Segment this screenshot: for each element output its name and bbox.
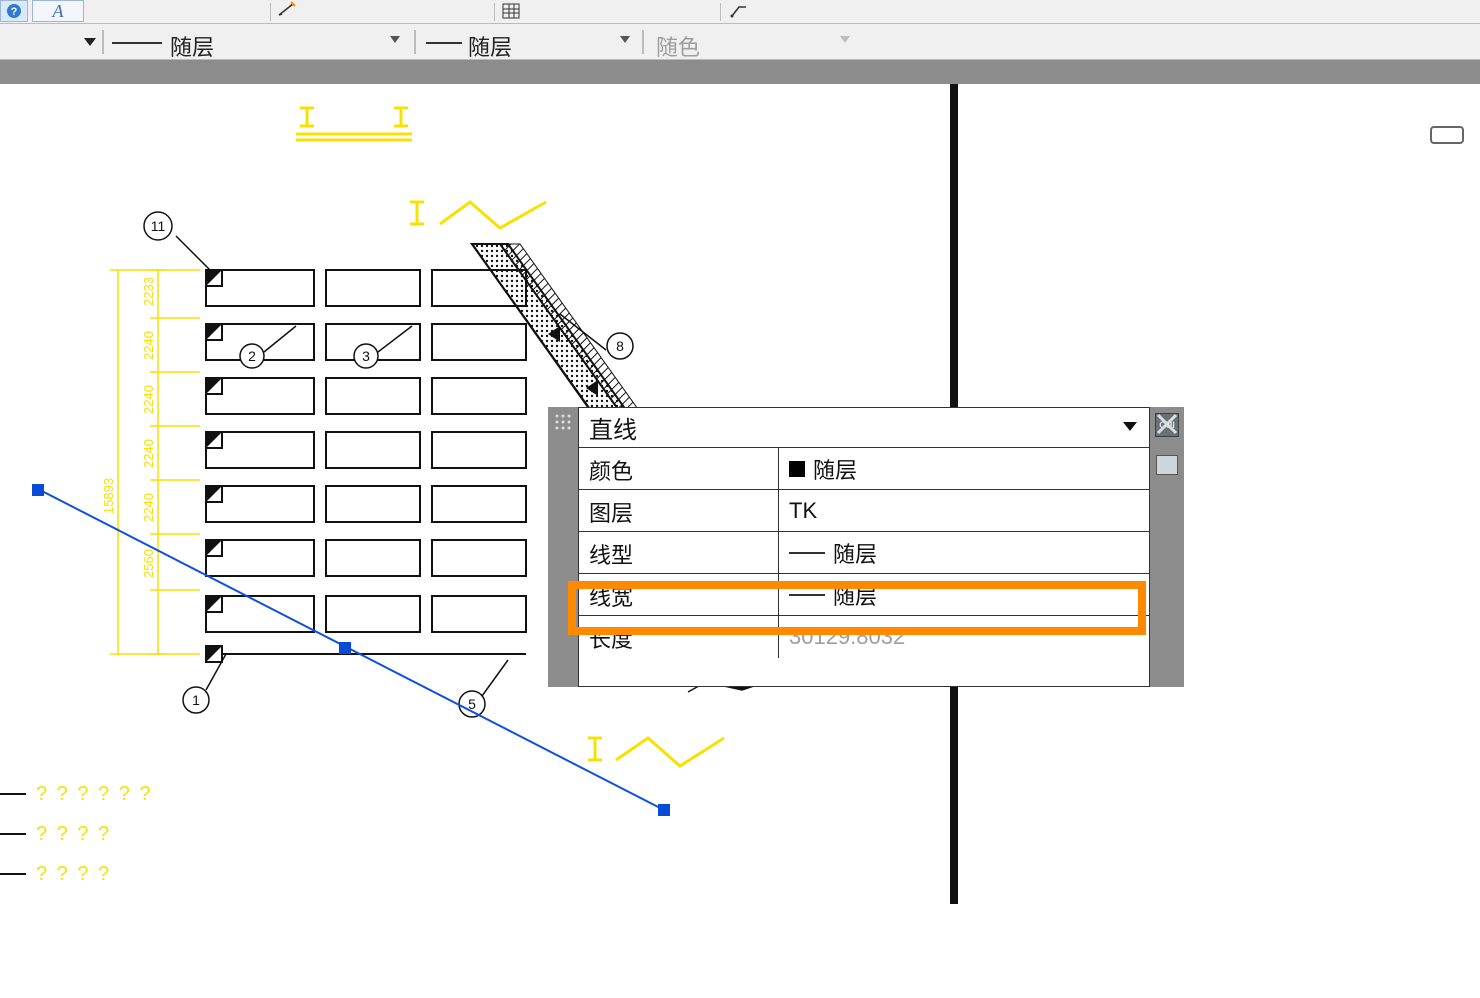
chevron-down-icon bbox=[84, 38, 96, 46]
legend-line-icon bbox=[0, 793, 26, 795]
property-value[interactable]: 随层 bbox=[779, 532, 1149, 573]
lineweight-preview-icon bbox=[789, 594, 825, 596]
property-value-readonly: 30129.8032 bbox=[779, 616, 1149, 658]
color-dropdown-label: 随色 bbox=[656, 30, 700, 62]
collapsed-panel-tab[interactable] bbox=[1430, 126, 1464, 144]
separator bbox=[494, 3, 495, 21]
property-row-layer[interactable]: 图层 TK bbox=[579, 490, 1149, 532]
textstyle-dropdown[interactable]: A bbox=[32, 0, 84, 22]
color-dropdown[interactable] bbox=[840, 36, 850, 43]
property-row-length: 长度 30129.8032 bbox=[579, 616, 1149, 658]
property-key: 颜色 bbox=[579, 448, 779, 489]
lineweight-dropdown[interactable] bbox=[620, 36, 630, 43]
lineweight-preview bbox=[426, 42, 462, 44]
toolbar-properties: 随层 随层 随色 bbox=[0, 24, 1480, 60]
linetype-preview-icon bbox=[789, 552, 825, 554]
svg-text:2240: 2240 bbox=[141, 331, 156, 360]
panel-grip-right[interactable]: CUI bbox=[1150, 407, 1184, 687]
property-key: 线宽 bbox=[579, 574, 779, 615]
help-button[interactable]: ? bbox=[0, 0, 28, 22]
separator bbox=[720, 3, 721, 21]
property-row-lineweight[interactable]: 线宽 随层 bbox=[579, 574, 1149, 616]
chevron-down-icon bbox=[620, 36, 630, 43]
separator bbox=[102, 30, 104, 54]
chevron-down-icon bbox=[840, 36, 850, 43]
color-swatch-icon bbox=[789, 461, 805, 477]
selection-grip[interactable] bbox=[339, 642, 351, 654]
multileader-dropdown[interactable] bbox=[728, 0, 750, 22]
svg-text:2240: 2240 bbox=[141, 439, 156, 468]
linetype-dropdown-label: 随层 bbox=[170, 30, 214, 62]
property-value[interactable]: TK bbox=[779, 490, 1149, 531]
toolbar-styles: ? A bbox=[0, 0, 1480, 24]
property-key: 线型 bbox=[579, 532, 779, 573]
svg-text:3: 3 bbox=[362, 348, 370, 364]
legend-text: ? ? ? ? bbox=[36, 823, 111, 846]
dimstyle-icon bbox=[277, 1, 297, 21]
property-row-color[interactable]: 颜色 随层 bbox=[579, 448, 1149, 490]
drawing-canvas[interactable]: 2233 2240 2240 2240 2240 2560 15893 bbox=[0, 84, 1480, 904]
svg-text:2560: 2560 bbox=[141, 549, 156, 578]
svg-text:1: 1 bbox=[192, 692, 200, 708]
legend-row: ? ? ? ? ? ? bbox=[0, 774, 153, 814]
close-icon[interactable] bbox=[1154, 411, 1180, 437]
selection-grip[interactable] bbox=[32, 484, 44, 496]
dimstyle-dropdown[interactable] bbox=[276, 0, 298, 22]
svg-text:15893: 15893 bbox=[101, 478, 116, 514]
properties-panel-body: 直线 颜色 随层 图层 TK bbox=[578, 407, 1150, 687]
panel-grip-left[interactable] bbox=[548, 407, 578, 687]
property-key: 图层 bbox=[579, 490, 779, 531]
svg-text:?: ? bbox=[11, 6, 18, 18]
svg-text:2240: 2240 bbox=[141, 385, 156, 414]
legend-text: ? ? ? ? bbox=[36, 863, 111, 886]
svg-text:11: 11 bbox=[151, 218, 166, 234]
property-key: 长度 bbox=[579, 616, 779, 658]
legend-row: ? ? ? ? bbox=[0, 854, 153, 894]
svg-text:8: 8 bbox=[616, 338, 624, 354]
separator bbox=[642, 30, 644, 54]
layer-dropdown[interactable] bbox=[58, 28, 96, 56]
textstyle-glyph: A bbox=[53, 1, 64, 22]
separator bbox=[270, 3, 271, 21]
legend: ? ? ? ? ? ? ? ? ? ? ? ? ? ? bbox=[0, 774, 153, 894]
property-value[interactable]: 随层 bbox=[779, 448, 1149, 489]
object-type-label: 直线 bbox=[589, 410, 637, 445]
selection-grip[interactable] bbox=[658, 804, 670, 816]
property-value[interactable]: 随层 bbox=[779, 574, 1149, 615]
property-row-linetype[interactable]: 线型 随层 bbox=[579, 532, 1149, 574]
help-icon: ? bbox=[6, 3, 22, 19]
linetype-dropdown[interactable] bbox=[390, 36, 400, 43]
legend-text: ? ? ? ? ? ? bbox=[36, 783, 153, 806]
object-type-dropdown[interactable]: 直线 bbox=[579, 408, 1149, 448]
chevron-down-icon bbox=[1123, 422, 1137, 431]
svg-text:2233: 2233 bbox=[141, 277, 156, 306]
properties-grid: 颜色 随层 图层 TK 线型 随层 bbox=[579, 448, 1149, 658]
lineweight-dropdown-label: 随层 bbox=[468, 30, 512, 62]
tab-bar bbox=[0, 60, 1480, 84]
panel-options-icon[interactable] bbox=[1156, 455, 1178, 475]
tablestyle-icon bbox=[501, 1, 521, 21]
linetype-preview bbox=[112, 42, 162, 44]
svg-text:2: 2 bbox=[248, 348, 256, 364]
chevron-down-icon bbox=[390, 36, 400, 43]
legend-line-icon bbox=[0, 833, 26, 835]
multileader-icon bbox=[729, 1, 749, 21]
grip-dots-icon bbox=[554, 413, 572, 431]
legend-row: ? ? ? ? bbox=[0, 814, 153, 854]
svg-text:2240: 2240 bbox=[141, 493, 156, 522]
separator bbox=[414, 30, 416, 54]
legend-line-icon bbox=[0, 873, 26, 875]
properties-panel: 直线 颜色 随层 图层 TK bbox=[548, 407, 1184, 687]
tablestyle-dropdown[interactable] bbox=[500, 0, 522, 22]
